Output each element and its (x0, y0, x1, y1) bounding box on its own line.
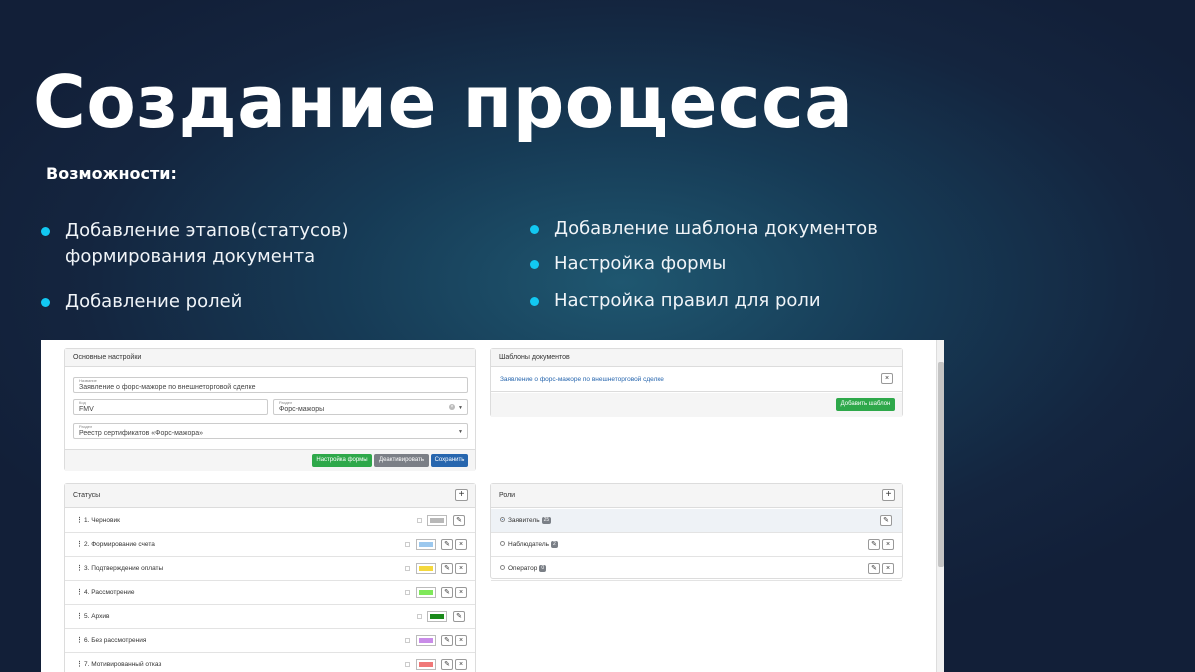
role-row[interactable]: Заявитель 25 ✎ (491, 509, 902, 533)
status-color-swatch[interactable] (427, 515, 447, 526)
edit-icon[interactable]: ✎ (453, 611, 465, 622)
status-label: 7. Мотивированный отказ (84, 661, 162, 668)
form-settings-button[interactable]: Настройка формы (312, 454, 372, 467)
role-row[interactable]: Наблюдатель 2 ✎ × (491, 533, 902, 557)
edit-icon[interactable]: ✎ (441, 659, 453, 670)
edit-icon[interactable]: ✎ (441, 563, 453, 574)
status-label: 2. Формирование счета (84, 541, 155, 548)
status-label: 5. Архив (84, 613, 110, 620)
checkbox[interactable] (405, 590, 410, 595)
edit-icon[interactable]: ✎ (441, 635, 453, 646)
main-settings-card: Основные настройки Название Заявление о … (64, 348, 476, 471)
delete-icon[interactable]: × (455, 563, 467, 574)
role-radio[interactable] (500, 565, 505, 570)
process-editor-screenshot: Основные настройки Название Заявление о … (41, 340, 944, 672)
delete-icon[interactable]: × (882, 563, 894, 574)
bullet-form-settings: Настройка формы (529, 251, 726, 277)
role-label: Заявитель (508, 517, 540, 525)
drag-handle-icon[interactable]: ⋮ (76, 636, 83, 644)
drag-handle-icon[interactable]: ⋮ (76, 588, 83, 596)
edit-icon[interactable]: ✎ (868, 563, 880, 574)
delete-icon[interactable]: × (455, 659, 467, 670)
name-field[interactable]: Название Заявление о форс-мажоре по внеш… (73, 377, 468, 393)
add-template-button[interactable]: Добавить шаблон (836, 398, 895, 411)
role-label: Наблюдатель (508, 541, 550, 549)
templates-card: Шаблоны документов Заявление о форс-мажо… (490, 348, 903, 417)
scrollbar[interactable] (936, 340, 944, 672)
bullet-roles: Добавление ролей (40, 289, 242, 315)
status-color-swatch[interactable] (416, 659, 436, 670)
remove-template-icon[interactable]: × (881, 373, 893, 384)
edit-icon[interactable]: ✎ (441, 539, 453, 550)
bullet-stages: Добавление этапов(статусов) формирования… (41, 218, 405, 270)
caret-down-icon: ▼ (458, 429, 463, 435)
status-color-swatch[interactable] (416, 587, 436, 598)
bullet-role-rules: Настройка правил для роли (530, 288, 821, 314)
delete-icon[interactable]: × (882, 539, 894, 550)
role-row[interactable]: Оператор 0 ✎ × (491, 557, 902, 581)
role-label: Оператор (508, 565, 538, 573)
statuses-header: Статусы + (65, 484, 475, 508)
role-count-badge: 0 (539, 565, 547, 572)
add-role-button[interactable]: + (882, 489, 895, 501)
status-label: 4. Рассмотрение (84, 589, 135, 596)
save-button[interactable]: Сохранить (431, 454, 468, 467)
section-select[interactable]: Раздел Форс-мажоры × ▼ (273, 399, 468, 415)
status-label: 6. Без рассмотрения (84, 637, 147, 644)
status-color-swatch[interactable] (416, 539, 436, 550)
roles-header: Роли + (491, 484, 902, 508)
roles-card: Роли + Заявитель 25 ✎ Наблюдатель 2 ✎ × Операто… (490, 483, 903, 581)
slide-subtitle: Возможности: (46, 164, 177, 183)
template-link[interactable]: Заявление о форс-мажоре по внешнеторгово… (500, 376, 664, 383)
role-radio[interactable] (500, 541, 505, 546)
main-settings-header: Основные настройки (65, 349, 475, 367)
status-row[interactable]: ⋮ 4. Рассмотрение ✎ × (65, 581, 475, 605)
delete-icon[interactable]: × (455, 635, 467, 646)
clear-icon[interactable]: × (449, 404, 455, 410)
drag-handle-icon[interactable]: ⋮ (76, 612, 83, 620)
statuses-card: Статусы + ⋮ 1. Черновик ✎ ⋮ 2. Формирование … (64, 483, 476, 672)
drag-handle-icon[interactable]: ⋮ (76, 516, 83, 524)
edit-icon[interactable]: ✎ (880, 515, 892, 526)
role-count-badge: 25 (541, 517, 552, 524)
delete-icon[interactable]: × (455, 587, 467, 598)
add-status-button[interactable]: + (455, 489, 468, 501)
status-row[interactable]: ⋮ 7. Мотивированный отказ ✎ × (65, 653, 475, 672)
status-row[interactable]: ⋮ 3. Подтверждение оплаты ✎ × (65, 557, 475, 581)
templates-header: Шаблоны документов (491, 349, 902, 367)
status-row[interactable]: ⋮ 1. Черновик ✎ (65, 509, 475, 533)
checkbox[interactable] (417, 518, 422, 523)
delete-icon[interactable]: × (455, 539, 467, 550)
status-label: 3. Подтверждение оплаты (84, 565, 164, 572)
drag-handle-icon[interactable]: ⋮ (76, 540, 83, 548)
status-row[interactable]: ⋮ 2. Формирование счета ✎ × (65, 533, 475, 557)
checkbox[interactable] (405, 566, 410, 571)
role-count-badge: 2 (551, 541, 558, 548)
status-color-swatch[interactable] (416, 563, 436, 574)
caret-down-icon: ▼ (458, 405, 463, 411)
status-color-swatch[interactable] (427, 611, 447, 622)
edit-icon[interactable]: ✎ (868, 539, 880, 550)
bullet-templates: Добавление шаблона документов (530, 216, 878, 242)
edit-icon[interactable]: ✎ (441, 587, 453, 598)
drag-handle-icon[interactable]: ⋮ (76, 564, 83, 572)
role-radio[interactable] (500, 517, 505, 522)
deactivate-button[interactable]: Деактивировать (374, 454, 429, 467)
status-row[interactable]: ⋮ 5. Архив ✎ (65, 605, 475, 629)
edit-icon[interactable]: ✎ (453, 515, 465, 526)
status-row[interactable]: ⋮ 6. Без рассмотрения ✎ × (65, 629, 475, 653)
checkbox[interactable] (417, 614, 422, 619)
status-label: 1. Черновик (84, 517, 120, 524)
registry-select[interactable]: Раздел Реестр сертификатов «Форс-мажора»… (73, 423, 468, 439)
checkbox[interactable] (405, 542, 410, 547)
drag-handle-icon[interactable]: ⋮ (76, 660, 83, 668)
slide-title: Создание процесса (33, 60, 854, 144)
checkbox[interactable] (405, 662, 410, 667)
code-field[interactable]: Код FMV (73, 399, 268, 415)
checkbox[interactable] (405, 638, 410, 643)
status-color-swatch[interactable] (416, 635, 436, 646)
